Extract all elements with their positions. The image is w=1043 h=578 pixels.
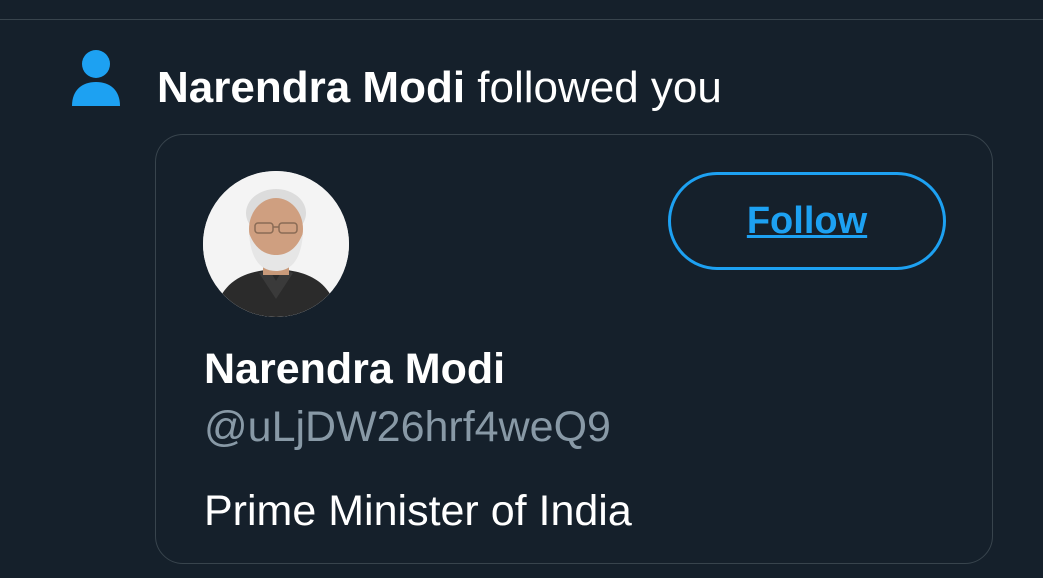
notification-text: Narendra Modi followed you <box>157 62 722 114</box>
avatar[interactable] <box>203 171 349 317</box>
notification-action: followed you <box>465 63 722 112</box>
user-card[interactable]: Follow Narendra Modi @uLjDW26hrf4weQ9 Pr… <box>155 134 993 564</box>
person-icon <box>70 48 122 108</box>
follow-button[interactable]: Follow <box>668 172 946 270</box>
actor-name-link[interactable]: Narendra Modi <box>157 63 465 112</box>
user-handle: @uLjDW26hrf4weQ9 <box>204 403 611 451</box>
divider <box>0 19 1043 20</box>
user-bio: Prime Minister of India <box>204 487 632 535</box>
display-name[interactable]: Narendra Modi <box>204 345 505 394</box>
notification-page: Narendra Modi followed you Follow Narend… <box>0 0 1043 578</box>
